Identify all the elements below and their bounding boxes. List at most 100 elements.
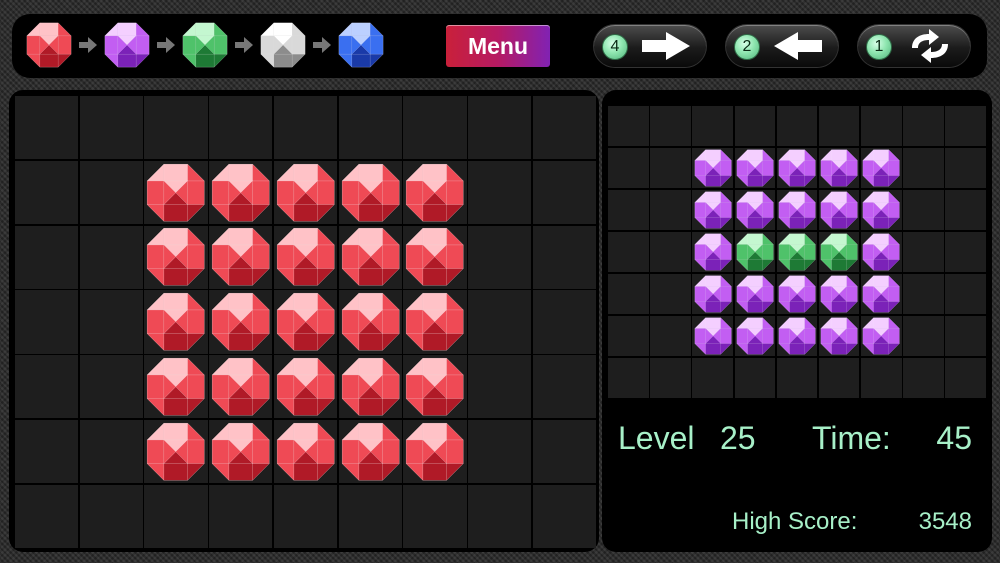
board-gem-red[interactable] xyxy=(341,163,400,222)
target-cell xyxy=(945,147,986,189)
board-cell[interactable] xyxy=(532,96,596,160)
sequence-gem-green xyxy=(182,22,228,68)
board-cell[interactable] xyxy=(468,96,532,160)
board-gem-red[interactable] xyxy=(211,292,270,352)
board-cell[interactable] xyxy=(468,484,532,548)
board-gem-red[interactable] xyxy=(146,422,206,481)
board-gem-red[interactable] xyxy=(341,357,400,416)
back-count-badge: 2 xyxy=(734,34,760,60)
board-gem-red[interactable] xyxy=(405,292,465,352)
board-gem-red[interactable] xyxy=(276,422,335,481)
board-gem-red[interactable] xyxy=(405,422,465,481)
board-cell[interactable] xyxy=(79,225,143,289)
board-cell[interactable] xyxy=(79,160,143,225)
target-gem-purple xyxy=(862,191,900,229)
board-cell[interactable] xyxy=(532,290,596,354)
board-gem-red[interactable] xyxy=(341,227,400,287)
board-cell[interactable] xyxy=(468,419,532,484)
sequence-arrow-icon xyxy=(72,22,104,68)
board-cell[interactable] xyxy=(15,160,79,225)
board-cell[interactable] xyxy=(338,96,402,160)
board-gem-red[interactable] xyxy=(405,163,465,222)
board-cell[interactable] xyxy=(403,96,467,160)
board-gem-red[interactable] xyxy=(146,163,206,222)
board-gem-red[interactable] xyxy=(276,163,335,222)
board-cell[interactable] xyxy=(15,290,79,354)
target-gem-purple xyxy=(778,275,816,313)
board-gem-red[interactable] xyxy=(211,422,270,481)
board-cell[interactable] xyxy=(273,96,338,160)
forward-button[interactable]: 4 xyxy=(594,25,706,67)
board-cell[interactable] xyxy=(79,96,143,160)
board-cell[interactable] xyxy=(532,484,596,548)
forward-count-badge: 4 xyxy=(602,34,628,60)
board-gem-red[interactable] xyxy=(405,227,465,287)
board-gem-red[interactable] xyxy=(146,227,206,287)
board-cell[interactable] xyxy=(15,355,79,419)
sequence-arrow-icon xyxy=(150,22,182,68)
board-cell[interactable] xyxy=(468,290,532,354)
target-gem-purple xyxy=(736,317,774,355)
board-cell[interactable] xyxy=(79,419,143,484)
color-sequence xyxy=(26,22,384,68)
board-cell[interactable] xyxy=(79,355,143,419)
target-gem-purple xyxy=(694,317,732,355)
target-cell xyxy=(650,357,691,398)
target-cell xyxy=(903,357,944,398)
swap-arrows-icon xyxy=(912,29,948,63)
main-board-panel xyxy=(9,90,599,552)
target-cell xyxy=(650,147,691,189)
board-cell[interactable] xyxy=(79,484,143,548)
board-cell[interactable] xyxy=(144,96,208,160)
sequence-arrow-icon xyxy=(306,22,338,68)
board-cell[interactable] xyxy=(468,355,532,419)
sequence-arrow-icon xyxy=(228,22,260,68)
board-cell[interactable] xyxy=(468,225,532,289)
level-value: 25 xyxy=(720,420,756,456)
board-gem-red[interactable] xyxy=(211,357,270,416)
high-score-value: 3548 xyxy=(918,508,972,535)
board-gem-red[interactable] xyxy=(341,292,400,352)
target-cell xyxy=(861,106,902,147)
swap-button[interactable]: 1 xyxy=(858,25,970,67)
board-gem-red[interactable] xyxy=(146,292,206,352)
swap-count-badge: 1 xyxy=(866,34,892,60)
board-gem-red[interactable] xyxy=(341,422,400,481)
sequence-gem-white xyxy=(260,22,306,68)
board-gem-red[interactable] xyxy=(276,292,335,352)
board-cell[interactable] xyxy=(532,225,596,289)
target-gem-purple xyxy=(736,275,774,313)
board-cell[interactable] xyxy=(209,96,273,160)
menu-button[interactable]: Menu xyxy=(446,25,550,67)
board-gem-red[interactable] xyxy=(211,163,270,222)
target-gem-purple xyxy=(820,191,858,229)
board-cell[interactable] xyxy=(273,484,338,548)
board-cell[interactable] xyxy=(532,419,596,484)
board-gem-red[interactable] xyxy=(405,357,465,416)
board-cell[interactable] xyxy=(15,225,79,289)
target-cell xyxy=(945,231,986,273)
board-cell[interactable] xyxy=(15,96,79,160)
board-gem-red[interactable] xyxy=(276,357,335,416)
board-cell[interactable] xyxy=(468,160,532,225)
back-button[interactable]: 2 xyxy=(726,25,838,67)
target-cell xyxy=(903,231,944,273)
target-cell xyxy=(945,273,986,315)
target-cell xyxy=(650,189,691,231)
board-gem-red[interactable] xyxy=(276,227,335,287)
board-cell[interactable] xyxy=(338,484,402,548)
board-cell[interactable] xyxy=(532,355,596,419)
target-gem-green xyxy=(736,233,774,271)
board-cell[interactable] xyxy=(15,484,79,548)
board-gem-red[interactable] xyxy=(146,357,206,416)
board-cell[interactable] xyxy=(144,484,208,548)
board-cell[interactable] xyxy=(79,290,143,354)
level-label: Level xyxy=(618,420,695,456)
target-board xyxy=(608,106,986,398)
board-gem-red[interactable] xyxy=(211,227,270,287)
target-cell xyxy=(650,273,691,315)
board-cell[interactable] xyxy=(532,160,596,225)
board-cell[interactable] xyxy=(403,484,467,548)
board-cell[interactable] xyxy=(209,484,273,548)
board-cell[interactable] xyxy=(15,419,79,484)
